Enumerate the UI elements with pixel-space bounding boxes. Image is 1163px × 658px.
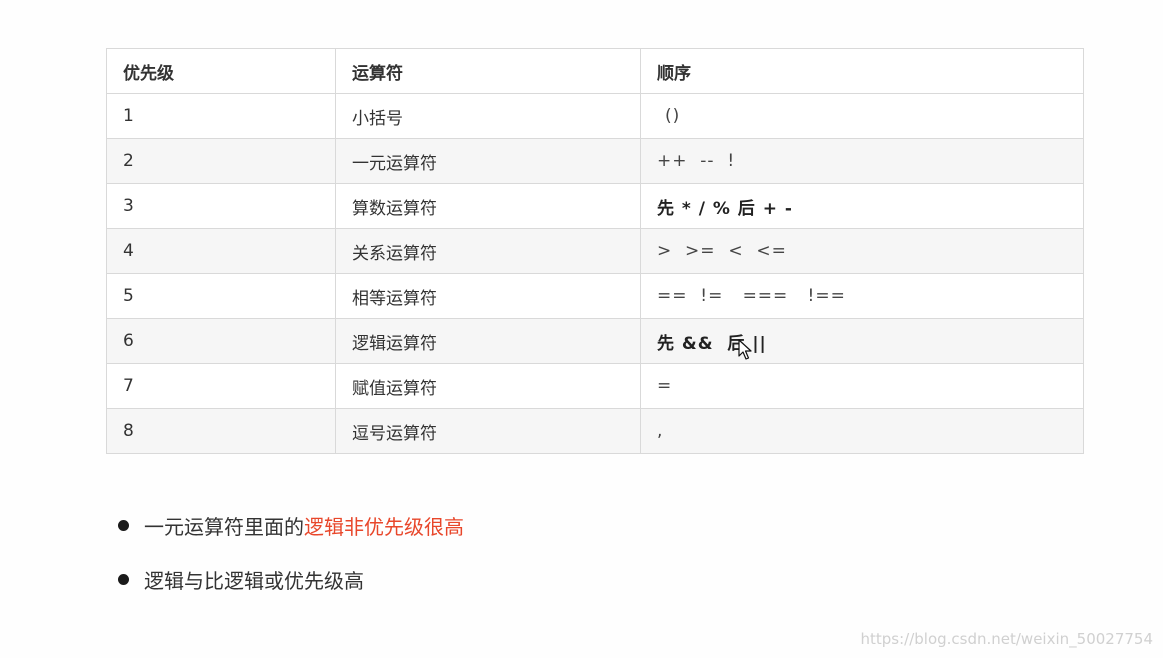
note-text: 逻辑与比逻辑或优先级高 [144, 568, 364, 593]
cell-order: () [640, 93, 1084, 139]
watermark-text: https://blog.csdn.net/weixin_50027754 [860, 630, 1153, 648]
cell-order: , [640, 408, 1084, 454]
header-precedence: 优先级 [106, 48, 336, 94]
table-header-row: 优先级 运算符 顺序 [106, 48, 1084, 94]
cell-level: 3 [106, 183, 336, 229]
table-row: 3 算数运算符 先 * / % 后 + - [106, 183, 1084, 229]
cell-order: 先 * / % 后 + - [640, 183, 1084, 229]
cell-level: 2 [106, 138, 336, 184]
header-order: 顺序 [640, 48, 1084, 94]
cell-order: == != === !== [640, 273, 1084, 319]
table-row: 7 赋值运算符 = [106, 363, 1084, 409]
cell-operator: 逻辑运算符 [335, 318, 641, 364]
note-item: 逻辑与比逻辑或优先级高 [118, 559, 464, 599]
cell-order: > >= < <= [640, 228, 1084, 274]
notes-list: 一元运算符里面的 逻辑非优先级很高 逻辑与比逻辑或优先级高 [118, 505, 464, 613]
cell-operator: 逗号运算符 [335, 408, 641, 454]
cell-level: 1 [106, 93, 336, 139]
note-text-highlight: 逻辑非优先级很高 [304, 514, 464, 539]
bullet-dot-icon [118, 573, 129, 585]
cell-operator: 一元运算符 [335, 138, 641, 184]
header-operator: 运算符 [335, 48, 641, 94]
cell-level: 5 [106, 273, 336, 319]
cell-operator: 小括号 [335, 93, 641, 139]
cell-order: ++ -- ! [640, 138, 1084, 184]
table-row: 5 相等运算符 == != === !== [106, 273, 1084, 319]
cell-operator: 关系运算符 [335, 228, 641, 274]
cell-level: 8 [106, 408, 336, 454]
table-row: 2 一元运算符 ++ -- ! [106, 138, 1084, 184]
note-item: 一元运算符里面的 逻辑非优先级很高 [118, 505, 464, 545]
mouse-pointer-icon [738, 339, 752, 360]
note-text-prefix: 一元运算符里面的 [144, 514, 304, 539]
table-row: 8 逗号运算符 , [106, 408, 1084, 454]
table-row: 1 小括号 () [106, 93, 1084, 139]
operator-precedence-table: 优先级 运算符 顺序 1 小括号 () 2 一元运算符 ++ -- ! 3 算数… [106, 48, 1084, 454]
cell-order: = [640, 363, 1084, 409]
cell-level: 7 [106, 363, 336, 409]
cell-operator: 相等运算符 [335, 273, 641, 319]
cell-level: 6 [106, 318, 336, 364]
table-row: 4 关系运算符 > >= < <= [106, 228, 1084, 274]
slide-canvas: 优先级 运算符 顺序 1 小括号 () 2 一元运算符 ++ -- ! 3 算数… [0, 0, 1163, 658]
table-row: 6 逻辑运算符 先 && 后 || [106, 318, 1084, 364]
bullet-dot-icon [118, 519, 129, 531]
cell-order: 先 && 后 || [640, 318, 1084, 364]
cell-operator: 赋值运算符 [335, 363, 641, 409]
cell-level: 4 [106, 228, 336, 274]
cell-operator: 算数运算符 [335, 183, 641, 229]
